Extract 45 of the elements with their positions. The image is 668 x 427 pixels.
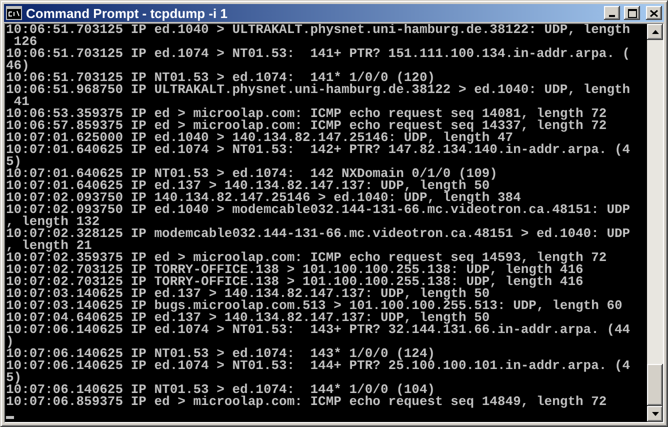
close-icon bbox=[650, 10, 658, 16]
output-line: ) bbox=[6, 336, 14, 348]
output-line: 10:07:02.703125 IP TORRY-OFFICE.138 > 101.100.100.255.138: UDP, length 416 bbox=[6, 264, 584, 276]
output-line: 10:06:57.859375 IP ed > microolap.com: ICMP echo request seq 14337, length 72 bbox=[6, 120, 608, 132]
output-line: 10:07:02.328125 IP modemcable032.144-131-66.mc.videotron.ca.48151 > ed.1040: UDP bbox=[6, 228, 632, 240]
down-arrow-icon bbox=[652, 412, 658, 416]
window-title: Command Prompt - tcpdump -i 1 bbox=[26, 6, 228, 20]
output-line: 10:06:51.703125 IP NT01.53 > ed.1074: 141* 1/0/0 (120) bbox=[6, 72, 436, 84]
output-line: 5) bbox=[6, 372, 22, 384]
output-line: 10:07:04.640625 IP ed.137 > 140.134.82.147.137: UDP, length 50 bbox=[6, 312, 490, 324]
up-arrow-icon bbox=[652, 30, 658, 34]
output-line: 10:06:53.359375 IP ed > microolap.com: ICMP echo request seq 14081, length 72 bbox=[6, 108, 608, 120]
output-line: 10:07:03.140625 IP ed.137 > 140.134.82.147.137: UDP, length 50 bbox=[6, 288, 490, 300]
output-line: 5) bbox=[6, 156, 22, 168]
output-line: 126 bbox=[14, 36, 38, 48]
scroll-up-button[interactable] bbox=[647, 24, 663, 40]
output-line: 10:07:01.640625 IP NT01.53 > ed.1074: 142 NXDomain 0/1/0 (109) bbox=[6, 168, 498, 180]
output-line: 10:06:51.968750 IP ULTRAKALT.physnet.uni-hamburg.de.38122 > ed.1040: UDP, length bbox=[6, 84, 632, 96]
output-line: , length 21 bbox=[6, 240, 92, 252]
scroll-thumb[interactable] bbox=[647, 364, 663, 406]
maximize-button[interactable] bbox=[624, 6, 640, 20]
output-line: 10:07:06.859375 IP ed > microolap.com: ICMP echo request seq 14849, length 72 bbox=[6, 396, 608, 408]
output-line: 10:07:01.625000 IP ed.1040 > 140.134.82.147.25146: UDP, length 47 bbox=[6, 132, 514, 144]
output-line: 10:07:02.703125 IP TORRY-OFFICE.138 > 101.100.100.255.138: UDP, length 416 bbox=[6, 276, 584, 288]
output-line: 10:06:51.703125 IP ed.1074 > NT01.53: 141+ PTR? 151.111.100.134.in-addr.arpa. ( bbox=[6, 48, 632, 60]
output-line: 10:07:03.140625 IP bugs.microolap.com.513 > 101.100.100.255.513: UDP, length 60 bbox=[6, 300, 624, 312]
output-line: 10:07:06.140625 IP ed.1074 > NT01.53: 143+ PTR? 32.144.131.66.in-addr.arpa. (44 bbox=[6, 324, 632, 336]
output-line: 10:07:01.640625 IP ed.1074 > NT01.53: 142+ PTR? 147.82.134.140.in-addr.arpa. (4 bbox=[6, 144, 632, 156]
text-cursor bbox=[6, 416, 14, 419]
maximize-icon bbox=[628, 8, 636, 18]
terminal-icon bbox=[6, 6, 22, 20]
output-line: 10:07:02.093750 IP 140.134.82.147.25146 > ed.1040: UDP, length 384 bbox=[6, 192, 521, 204]
output-line: , length 132 bbox=[6, 216, 100, 228]
output-line: 10:07:02.359375 IP ed > microolap.com: ICMP echo request seq 14593, length 72 bbox=[6, 252, 608, 264]
output-line: 10:07:02.093750 IP ed.1040 > modemcable032.144-131-66.mc.videotron.ca.48151: UDP bbox=[6, 204, 632, 216]
output-line: 46) bbox=[6, 60, 30, 72]
output-line: 41 bbox=[14, 96, 30, 108]
output-line: 10:07:01.640625 IP ed.137 > 140.134.82.147.137: UDP, length 50 bbox=[6, 180, 490, 192]
vertical-scrollbar[interactable] bbox=[647, 24, 663, 422]
output-line: 10:07:06.140625 IP NT01.53 > ed.1074: 144* 1/0/0 (104) bbox=[6, 384, 436, 396]
scroll-down-button[interactable] bbox=[647, 406, 663, 422]
output-line: 10:07:06.140625 IP ed.1074 > NT01.53: 144+ PTR? 25.100.100.101.in-addr.arpa. (4 bbox=[6, 360, 632, 372]
output-line: 10:07:06.140625 IP NT01.53 > ed.1074: 143* 1/0/0 (124) bbox=[6, 348, 436, 360]
close-button[interactable] bbox=[646, 6, 662, 20]
minimize-button[interactable] bbox=[604, 6, 620, 20]
